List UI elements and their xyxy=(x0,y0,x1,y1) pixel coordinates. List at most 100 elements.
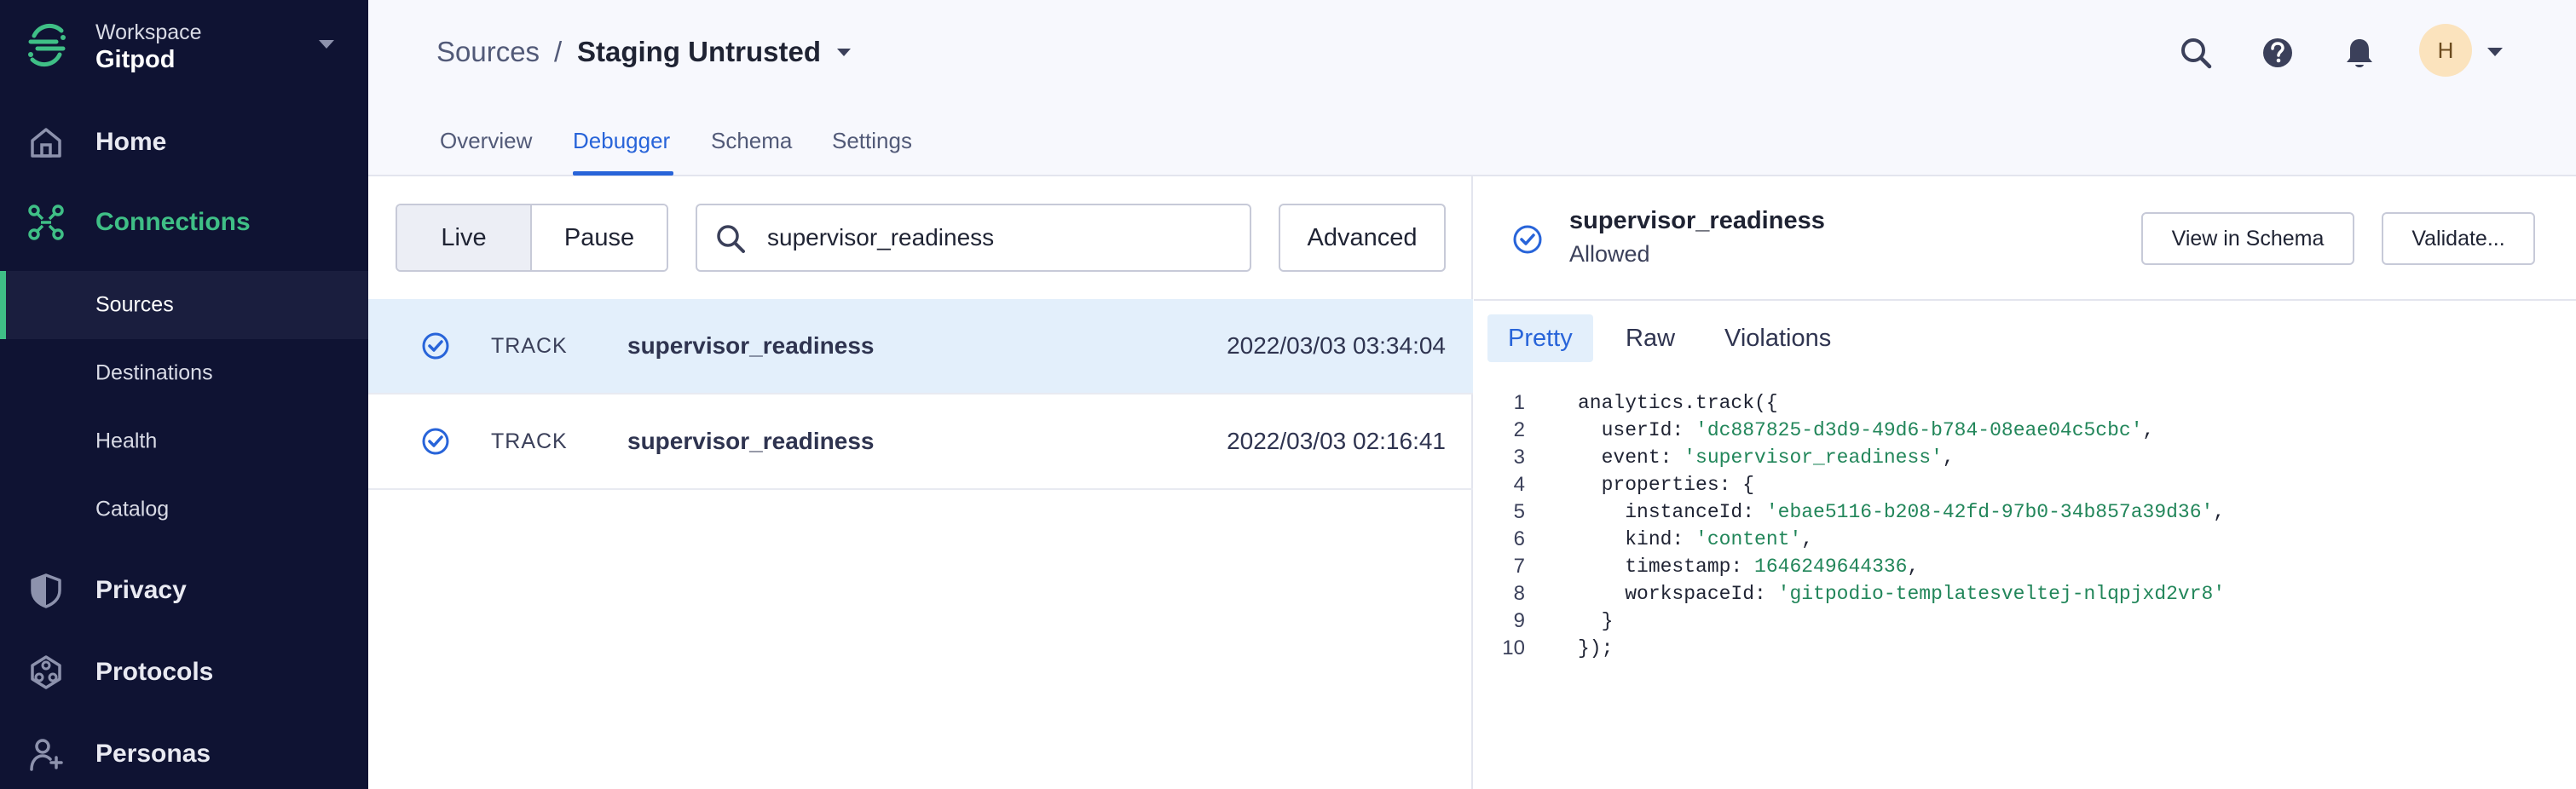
live-button[interactable]: Live xyxy=(397,205,532,270)
code-line: 7 timestamp: 1646249644336, xyxy=(1474,553,2576,580)
code-key: userId: xyxy=(1578,419,1696,441)
chevron-down-icon[interactable] xyxy=(837,49,851,56)
workspace-switcher[interactable]: Workspace Gitpod xyxy=(0,0,368,94)
code-text: analytics.track({ xyxy=(1578,389,1778,417)
event-search-input[interactable]: supervisor_readiness xyxy=(696,204,1251,272)
sidebar: Workspace Gitpod Home Connections Source… xyxy=(0,0,368,789)
connections-icon xyxy=(28,204,64,240)
detail-view-tabs: Pretty Raw Violations xyxy=(1474,301,2576,374)
code-punctuation: , xyxy=(1942,446,1955,469)
line-number: 5 xyxy=(1513,500,1525,523)
segment-logo-icon xyxy=(28,23,66,67)
event-type: TRACK xyxy=(491,429,568,453)
tab-debugger[interactable]: Debugger xyxy=(573,128,670,154)
code-key: workspaceId: xyxy=(1578,583,1778,605)
search-icon xyxy=(717,225,745,253)
workspace-label: Workspace xyxy=(95,20,202,44)
event-row[interactable]: TRACK supervisor_readiness 2022/03/03 02… xyxy=(368,394,1473,490)
sidebar-item-label: Connections xyxy=(95,208,251,236)
pause-button[interactable]: Pause xyxy=(532,205,667,270)
tab-schema[interactable]: Schema xyxy=(711,128,792,154)
code-key: } xyxy=(1578,610,1614,632)
event-type: TRACK xyxy=(491,334,568,358)
sidebar-subitem-destinations[interactable]: Destinations xyxy=(0,339,368,407)
event-timestamp: 2022/03/03 02:16:41 xyxy=(1227,428,1446,454)
sidebar-item-personas[interactable]: Personas xyxy=(0,724,368,784)
sidebar-item-label: Personas xyxy=(95,740,211,768)
check-circle-icon xyxy=(1513,225,1542,254)
code-line: 4 properties: { xyxy=(1474,471,2576,498)
code-key: instanceId: xyxy=(1578,501,1766,523)
sidebar-subitem-label: Catalog xyxy=(95,497,170,521)
personas-icon xyxy=(30,739,63,771)
code-key: properties: { xyxy=(1578,474,1755,496)
event-timestamp: 2022/03/03 03:34:04 xyxy=(1227,332,1446,359)
check-circle-icon xyxy=(422,332,449,360)
shield-icon xyxy=(31,573,61,608)
chevron-down-icon[interactable] xyxy=(319,40,334,49)
validate-button[interactable]: Validate... xyxy=(2382,212,2535,265)
code-punctuation: , xyxy=(1907,556,1920,578)
bell-icon[interactable] xyxy=(2341,34,2378,72)
search-value[interactable]: supervisor_readiness xyxy=(767,205,994,270)
sidebar-item-home[interactable]: Home xyxy=(0,112,368,172)
sidebar-item-privacy[interactable]: Privacy xyxy=(0,561,368,620)
sidebar-subitem-health[interactable]: Health xyxy=(0,407,368,475)
sidebar-subitem-catalog[interactable]: Catalog xyxy=(0,475,368,544)
event-detail-status: Allowed xyxy=(1569,241,1650,267)
line-number: 8 xyxy=(1513,582,1525,605)
event-row[interactable]: TRACK supervisor_readiness 2022/03/03 03… xyxy=(368,299,1473,394)
code-key: event: xyxy=(1578,446,1684,469)
sidebar-item-connections[interactable]: Connections xyxy=(0,193,368,252)
search-icon[interactable] xyxy=(2177,34,2215,72)
view-in-schema-button[interactable]: View in Schema xyxy=(2141,212,2354,265)
code-line: 9 } xyxy=(1474,608,2576,635)
workspace-name: Gitpod xyxy=(95,46,176,73)
tab-violations[interactable]: Violations xyxy=(1704,314,1851,362)
line-number: 1 xyxy=(1513,391,1525,414)
code-value: 'supervisor_readiness' xyxy=(1684,446,1943,469)
code-value: 'dc887825-d3d9-49d6-b784-08eae04c5cbc' xyxy=(1695,419,2143,441)
help-icon[interactable] xyxy=(2259,34,2296,72)
code-value: 'content' xyxy=(1695,528,1802,550)
code-line: 6 kind: 'content', xyxy=(1474,526,2576,553)
breadcrumb-sources-link[interactable]: Sources xyxy=(436,36,540,68)
sidebar-item-protocols[interactable]: Protocols xyxy=(0,642,368,702)
sidebar-item-label: Protocols xyxy=(95,658,214,686)
sidebar-subitem-sources[interactable]: Sources xyxy=(0,271,368,339)
event-list-pane: Live Pause supervisor_readiness Advanced… xyxy=(368,176,1473,789)
active-tab-indicator xyxy=(573,171,673,176)
tab-pretty[interactable]: Pretty xyxy=(1487,314,1593,362)
code-line: 1 analytics.track({ xyxy=(1474,389,2576,417)
tab-settings[interactable]: Settings xyxy=(832,128,912,154)
code-line: 2 userId: 'dc887825-d3d9-49d6-b784-08eae… xyxy=(1474,417,2576,444)
line-number: 9 xyxy=(1513,609,1525,632)
code-line: 8 workspaceId: 'gitpodio-templatesveltej… xyxy=(1474,580,2576,608)
code-text: }); xyxy=(1578,635,1613,662)
sidebar-item-label: Privacy xyxy=(95,576,187,604)
sidebar-item-label: Home xyxy=(95,128,167,156)
line-number: 2 xyxy=(1513,418,1525,441)
tab-raw[interactable]: Raw xyxy=(1605,314,1695,362)
code-text: userId: 'dc887825-d3d9-49d6-b784-08eae04… xyxy=(1578,417,2155,444)
code-punctuation: , xyxy=(2142,419,2155,441)
check-circle-icon xyxy=(422,428,449,455)
live-pause-toggle: Live Pause xyxy=(396,204,668,272)
code-line: 5 instanceId: 'ebae5116-b208-42fd-97b0-3… xyxy=(1474,498,2576,526)
chevron-down-icon[interactable] xyxy=(2487,48,2503,56)
code-viewer: 1 analytics.track({2 userId: 'dc887825-d3… xyxy=(1474,389,2576,662)
code-key: }); xyxy=(1578,637,1614,659)
code-key: timestamp: xyxy=(1578,556,1755,578)
tab-overview[interactable]: Overview xyxy=(440,128,532,154)
code-text: event: 'supervisor_readiness', xyxy=(1578,444,1955,471)
advanced-button[interactable]: Advanced xyxy=(1279,204,1446,272)
code-text: workspaceId: 'gitpodio-templatesveltej-n… xyxy=(1578,580,2225,608)
event-name: supervisor_readiness xyxy=(627,332,875,359)
sidebar-subitem-label: Health xyxy=(95,429,158,453)
code-line: 3 event: 'supervisor_readiness', xyxy=(1474,444,2576,471)
breadcrumb-separator: / xyxy=(554,36,563,67)
avatar[interactable]: H xyxy=(2419,24,2472,77)
line-number: 7 xyxy=(1513,555,1525,578)
code-value: 1646249644336 xyxy=(1754,556,1908,578)
event-detail-header: supervisor_readiness Allowed View in Sch… xyxy=(1474,176,2576,301)
